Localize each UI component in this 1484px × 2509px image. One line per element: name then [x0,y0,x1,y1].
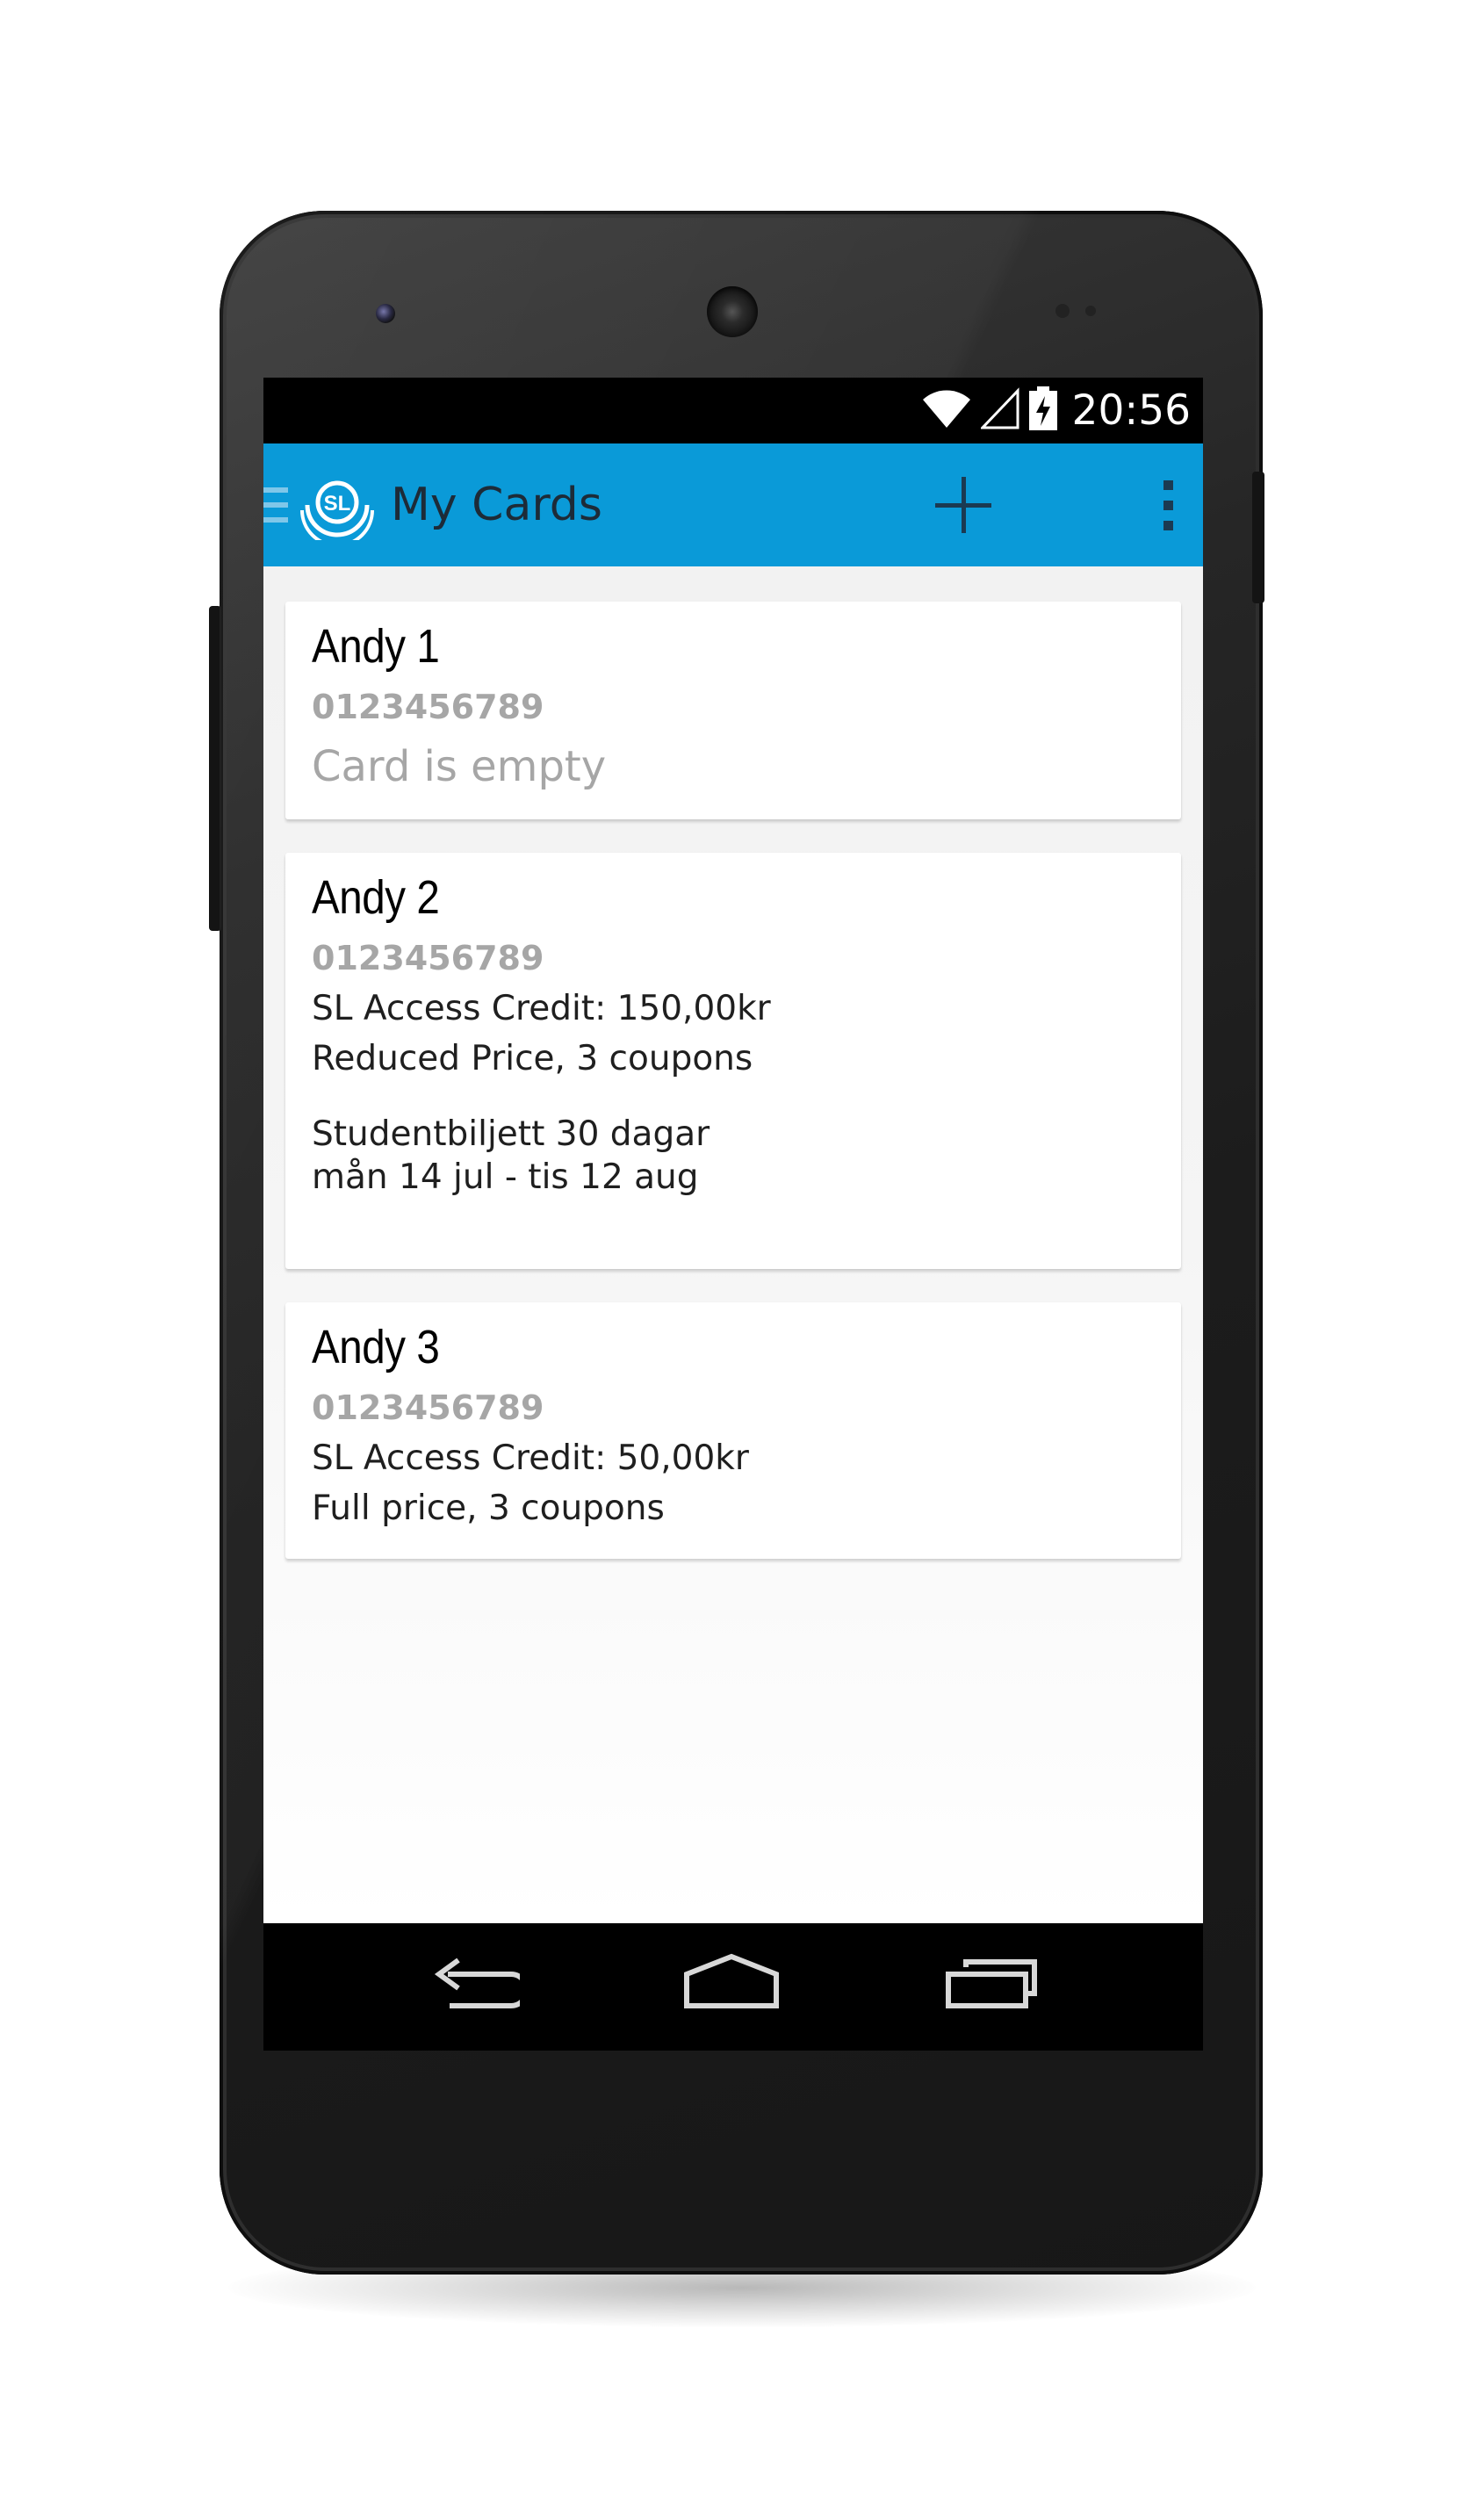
status-bar: 20:56 [263,378,1203,443]
card-price-type: Full price, 3 coupons [312,1489,665,1528]
card-item[interactable]: Andy 3 0123456789 SL Access Credit: 50,0… [285,1302,1181,1559]
sl-logo-icon[interactable]: SL [300,470,374,547]
battery-charging-icon [1028,386,1058,436]
card-name: Andy 1 [312,620,440,673]
card-name: Andy 3 [312,1321,440,1373]
card-item[interactable]: Andy 2 0123456789 SL Access Credit: 150,… [285,853,1181,1269]
volume-button [209,606,221,931]
wifi-icon [921,387,972,434]
home-button[interactable] [683,1948,780,2027]
card-name: Andy 2 [312,871,440,924]
back-button[interactable] [423,1948,529,2027]
light-sensor [1085,306,1096,316]
power-button [1252,472,1264,603]
card-ticket-name: Studentbiljett 30 dagar [312,1114,710,1154]
drawer-indicator-icon[interactable] [263,486,290,524]
card-empty-text: Card is empty [312,742,607,791]
action-bar: SL My Cards [263,443,1203,566]
home-icon [684,1953,779,2008]
card-price-type: Reduced Price, 3 coupons [312,1039,753,1078]
overflow-menu-icon [1163,480,1173,530]
phone-screen: 20:56 SL My Cards Andy 1 0123456789 Card… [263,378,1203,2051]
add-card-button[interactable] [926,468,1000,542]
signal-icon [979,387,1019,434]
status-icons: 20:56 [921,378,1191,443]
back-icon [434,1957,529,2008]
card-list: Andy 1 0123456789 Card is empty Andy 2 0… [263,566,1203,1923]
recent-apps-icon [946,1959,1037,2008]
card-number: 0123456789 [312,688,544,726]
earpiece-speaker [707,286,758,337]
navigation-bar [263,1923,1203,2051]
page-title: My Cards [391,479,602,531]
proximity-sensor [1055,304,1070,318]
card-credit: SL Access Credit: 150,00kr [312,989,771,1028]
card-number: 0123456789 [312,1388,544,1427]
card-credit: SL Access Credit: 50,00kr [312,1438,749,1478]
add-icon [935,477,991,533]
svg-text:SL: SL [324,492,351,515]
overflow-menu-button[interactable] [1142,468,1194,542]
card-number: 0123456789 [312,939,544,977]
card-item[interactable]: Andy 1 0123456789 Card is empty [285,602,1181,819]
recent-apps-button[interactable] [945,1948,1041,2027]
card-ticket-period: mån 14 jul - tis 12 aug [312,1157,699,1197]
device-mockup: 20:56 SL My Cards Andy 1 0123456789 Card… [0,0,1484,2509]
front-camera [376,304,395,323]
status-time: 20:56 [1071,386,1191,435]
